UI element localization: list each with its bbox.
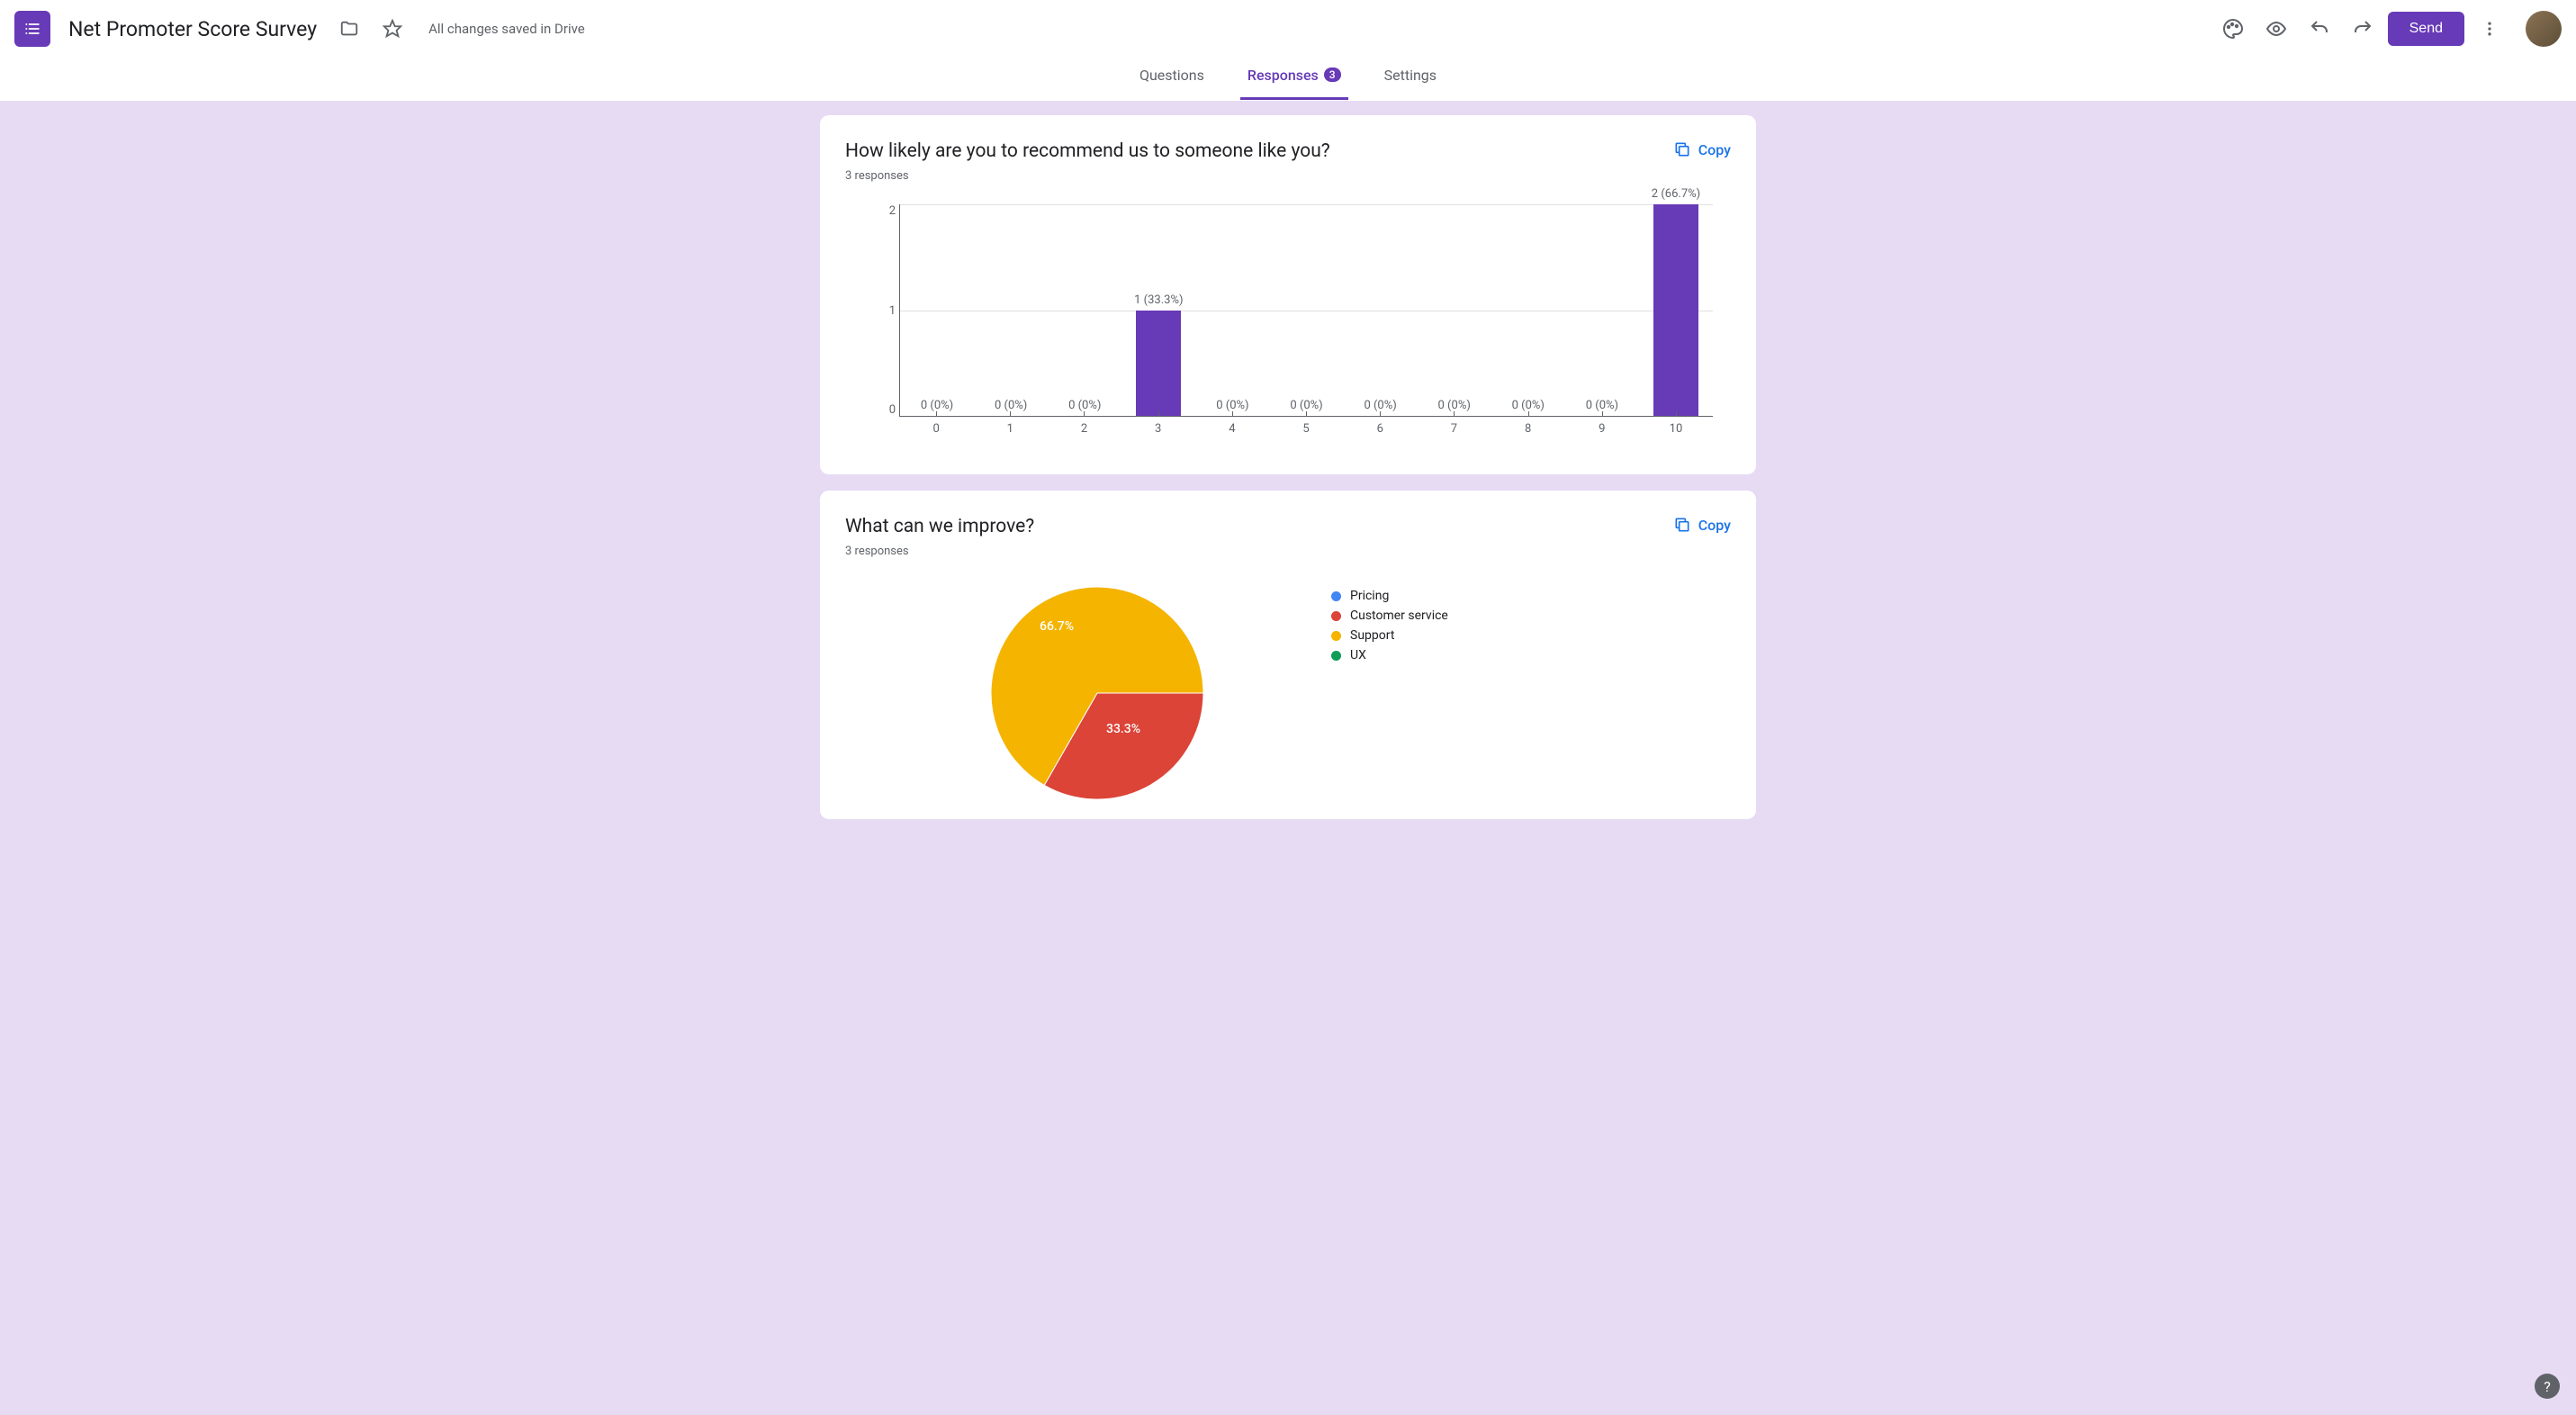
legend-item: Customer service xyxy=(1331,608,1448,623)
x-label: 5 xyxy=(1269,417,1343,438)
content-area: How likely are you to recommend us to so… xyxy=(0,101,2576,1415)
responses-count-badge: 3 xyxy=(1324,68,1341,82)
send-button[interactable]: Send xyxy=(2388,12,2464,46)
document-title[interactable]: Net Promoter Score Survey xyxy=(68,17,317,41)
bar-value-label: 0 (0%) xyxy=(995,399,1027,412)
bar-chart: 2 1 0 0 (0%)0 (0%)0 (0%)1 (33.3%)0 (0%)0… xyxy=(845,204,1731,438)
bar-col: 0 (0%) xyxy=(1565,204,1639,416)
x-label: 8 xyxy=(1491,417,1565,438)
bar-value-label: 2 (66.7%) xyxy=(1652,187,1700,201)
app-header: Net Promoter Score Survey All changes sa… xyxy=(0,0,2576,58)
tab-settings[interactable]: Settings xyxy=(1377,65,1444,100)
legend-dot xyxy=(1331,631,1341,641)
legend-item: Support xyxy=(1331,628,1448,643)
legend-dot xyxy=(1331,651,1341,661)
bar-col: 0 (0%) xyxy=(1344,204,1418,416)
tabs: Questions Responses 3 Settings xyxy=(0,58,2576,101)
x-label: 7 xyxy=(1417,417,1491,438)
responses-count: 3 responses xyxy=(845,169,1330,183)
tab-responses-label: Responses xyxy=(1247,67,1319,84)
bar-col: 0 (0%) xyxy=(1418,204,1491,416)
preview-icon[interactable] xyxy=(2258,11,2294,47)
bar-col: 2 (66.7%) xyxy=(1639,204,1713,416)
legend-label: Customer service xyxy=(1350,608,1448,623)
bar-col: 1 (33.3%) xyxy=(1121,204,1195,416)
redo-icon[interactable] xyxy=(2345,11,2381,47)
copy-icon xyxy=(1673,140,1691,158)
copy-label: Copy xyxy=(1698,517,1731,534)
bar-value-label: 0 (0%) xyxy=(1068,399,1101,412)
bar-value-label: 1 (33.3%) xyxy=(1134,293,1183,307)
x-label: 3 xyxy=(1121,417,1195,438)
x-label: 1 xyxy=(973,417,1047,438)
y-axis: 2 1 0 xyxy=(878,204,896,417)
x-label: 6 xyxy=(1343,417,1417,438)
response-card-improve: What can we improve? 3 responses Copy 66… xyxy=(820,491,1756,819)
customize-theme-icon[interactable] xyxy=(2215,11,2251,47)
bar-col: 0 (0%) xyxy=(1048,204,1121,416)
question-title: How likely are you to recommend us to so… xyxy=(845,140,1330,162)
x-label: 2 xyxy=(1047,417,1121,438)
legend-dot xyxy=(1331,611,1341,621)
bar-value-label: 0 (0%) xyxy=(1216,399,1248,412)
y-tick: 1 xyxy=(889,304,896,318)
copy-icon xyxy=(1673,516,1691,534)
more-menu-icon[interactable] xyxy=(2472,11,2508,47)
legend-item: UX xyxy=(1331,648,1448,662)
bar-value-label: 0 (0%) xyxy=(1364,399,1396,412)
question-title: What can we improve? xyxy=(845,516,1034,537)
bar-value-label: 0 (0%) xyxy=(921,399,953,412)
bar-col: 0 (0%) xyxy=(974,204,1048,416)
bar-col: 0 (0%) xyxy=(1269,204,1343,416)
save-status: All changes saved in Drive xyxy=(428,21,585,37)
tab-responses[interactable]: Responses 3 xyxy=(1240,65,1348,100)
bar-value-label: 0 (0%) xyxy=(1438,399,1471,412)
bar xyxy=(1136,311,1181,417)
legend-label: UX xyxy=(1350,648,1366,662)
x-label: 9 xyxy=(1565,417,1639,438)
bar-value-label: 0 (0%) xyxy=(1290,399,1322,412)
y-tick: 0 xyxy=(889,403,896,417)
copy-chart-button[interactable]: Copy xyxy=(1673,140,1731,158)
x-label: 4 xyxy=(1195,417,1269,438)
bar-col: 0 (0%) xyxy=(1195,204,1269,416)
x-label: 10 xyxy=(1639,417,1713,438)
response-card-nps: How likely are you to recommend us to so… xyxy=(820,115,1756,474)
copy-chart-button[interactable]: Copy xyxy=(1673,516,1731,534)
tab-questions[interactable]: Questions xyxy=(1132,65,1211,100)
star-icon[interactable] xyxy=(374,11,410,47)
bar-col: 0 (0%) xyxy=(1491,204,1565,416)
copy-label: Copy xyxy=(1698,141,1731,158)
help-button[interactable]: ? xyxy=(2535,1374,2560,1399)
bar-value-label: 0 (0%) xyxy=(1512,399,1545,412)
plot-area: 0 (0%) 0 (0%) 0 (0%) 1 (33.3%) 0 (0%) 0 (0%) 0… xyxy=(899,204,1713,417)
x-axis: 012345678910 xyxy=(899,417,1713,438)
move-to-folder-icon[interactable] xyxy=(331,11,367,47)
legend-item: Pricing xyxy=(1331,589,1448,603)
legend-dot xyxy=(1331,591,1341,601)
x-label: 0 xyxy=(899,417,973,438)
pie-chart: 66.7% 33.3% xyxy=(989,585,1205,801)
bar-col: 0 (0%) xyxy=(900,204,974,416)
account-avatar[interactable] xyxy=(2526,11,2562,47)
bar xyxy=(1653,204,1698,416)
y-tick: 2 xyxy=(889,204,896,218)
bar-value-label: 0 (0%) xyxy=(1586,399,1618,412)
legend-label: Support xyxy=(1350,628,1394,643)
pie-legend: Pricing Customer service Support UX xyxy=(1331,585,1448,662)
responses-count: 3 responses xyxy=(845,545,1034,558)
legend-label: Pricing xyxy=(1350,589,1389,603)
undo-icon[interactable] xyxy=(2301,11,2337,47)
forms-logo[interactable] xyxy=(14,11,50,47)
